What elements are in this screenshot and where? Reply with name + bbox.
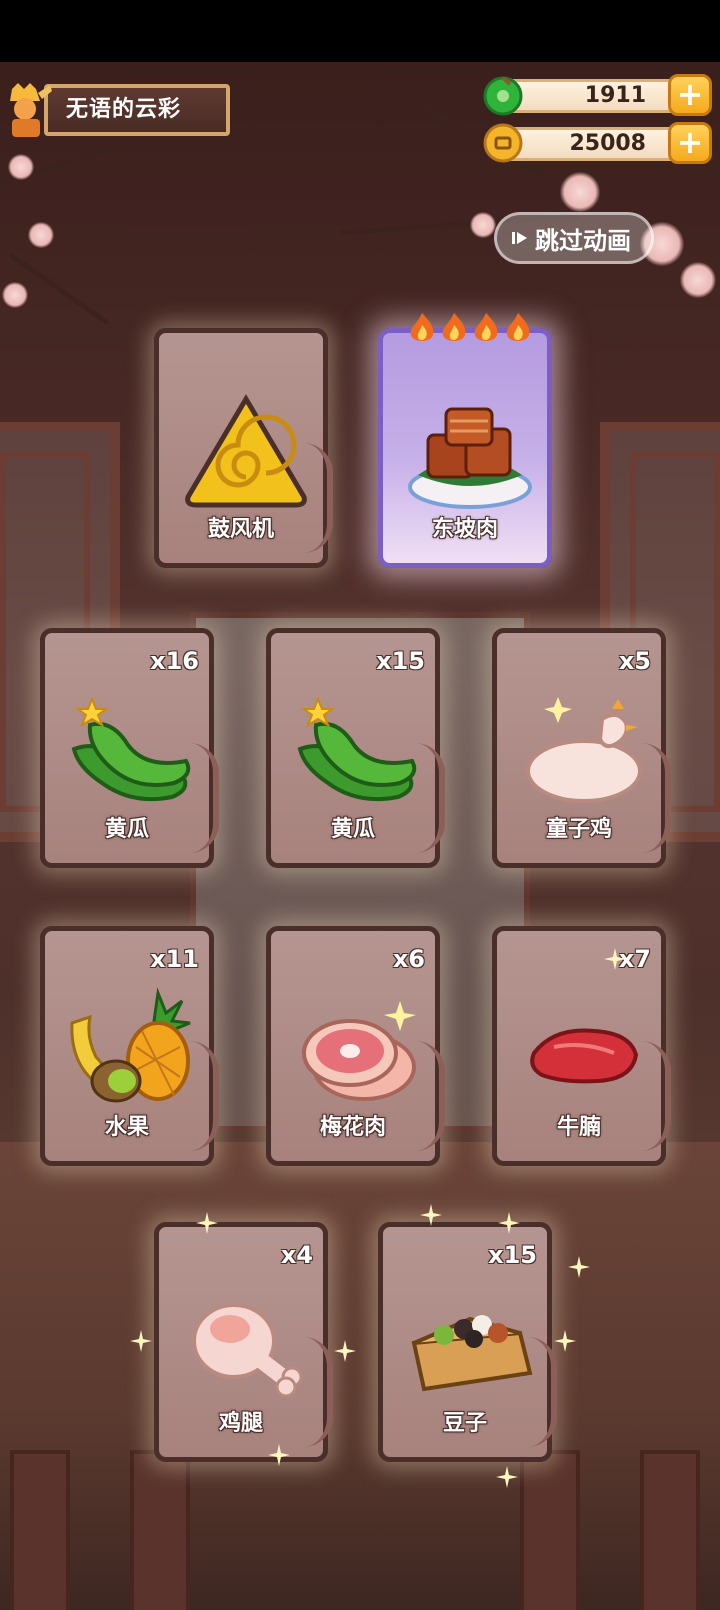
card-count: x4 — [280, 1241, 313, 1269]
card-name: 鸡腿 — [218, 1411, 263, 1436]
card-count: x6 — [392, 945, 425, 973]
cucumber-icon — [71, 696, 191, 802]
card-name: 牛腩 — [556, 1115, 601, 1140]
card-name: 黄瓜 — [104, 817, 149, 842]
reward-card[interactable]: x4 鸡腿 — [154, 1222, 333, 1462]
add-jade-button[interactable]: + — [668, 74, 712, 116]
sparkle-icon — [334, 1340, 356, 1362]
reward-card[interactable]: x16 黄瓜 — [40, 628, 219, 868]
card-name: 童子鸡 — [545, 817, 612, 842]
card-name: 鼓风机 — [207, 517, 274, 542]
cucumber-icon — [297, 696, 417, 802]
drumstick-icon — [192, 1303, 303, 1398]
background-post — [10, 1450, 70, 1610]
flame-icon — [410, 313, 434, 341]
chicken-icon — [526, 697, 642, 803]
skip-animation-label: 跳过动画 — [535, 226, 631, 255]
player-name: 无语的云彩 — [44, 84, 230, 136]
gold-coin-icon — [483, 123, 523, 163]
card-count: x5 — [618, 647, 651, 675]
jade-icon — [483, 76, 523, 116]
flame-icon — [506, 313, 530, 341]
pork-shoulder-icon — [302, 1001, 416, 1101]
sparkle-icon — [196, 1212, 218, 1234]
blossom — [8, 154, 34, 180]
blossom — [470, 212, 496, 238]
card-name: 黄瓜 — [330, 817, 375, 842]
card-name: 水果 — [104, 1115, 149, 1140]
chef-avatar-icon — [10, 83, 52, 137]
card-count: x16 — [150, 647, 199, 675]
sparkle-icon — [420, 1204, 442, 1226]
fruit-icon — [70, 987, 191, 1103]
background-post — [130, 1450, 190, 1610]
card-count: x15 — [376, 647, 425, 675]
reward-card[interactable]: x15 黄瓜 — [266, 628, 445, 868]
sparkle-icon — [568, 1256, 590, 1278]
skip-icon — [512, 232, 527, 244]
card-name: 东坡肉 — [431, 517, 498, 542]
reward-card[interactable]: x15 豆子 — [378, 1222, 557, 1462]
blossom — [2, 282, 28, 308]
flame-icon — [442, 313, 466, 341]
sparkle-icon — [554, 1330, 576, 1352]
sparkle-icon — [498, 1212, 520, 1234]
add-coins-button[interactable]: + — [668, 122, 712, 164]
flame-icon — [474, 313, 498, 341]
sparkle-icon — [268, 1444, 290, 1466]
spiral-triangle-icon — [185, 394, 307, 508]
reward-card[interactable]: x6 梅花肉 — [266, 926, 445, 1166]
sparkle-icon — [604, 948, 626, 970]
skip-animation-button[interactable]: 跳过动画 — [494, 212, 654, 264]
sparkle-icon — [130, 1330, 152, 1352]
status-bar — [0, 0, 720, 62]
beans-box-icon — [411, 1315, 533, 1392]
coin-currency: 25008 + — [482, 122, 712, 164]
rarity-stars — [407, 311, 533, 345]
background-post — [520, 1450, 580, 1610]
reward-card-epic[interactable]: 东坡肉 — [378, 313, 552, 568]
background-floor — [0, 1142, 720, 1610]
reward-card[interactable]: x7 牛腩 — [492, 926, 671, 1166]
braised-pork-icon — [408, 407, 532, 509]
card-name: 豆子 — [442, 1411, 487, 1436]
card-count: x11 — [150, 945, 199, 973]
background-post — [640, 1450, 700, 1610]
card-count: x15 — [488, 1241, 537, 1269]
blossom — [680, 262, 716, 298]
jade-currency: 1911 + — [482, 74, 712, 116]
reward-card[interactable]: x11 水果 — [40, 926, 219, 1166]
blossom — [28, 222, 54, 248]
beef-brisket-icon — [530, 1028, 639, 1084]
sparkle-icon — [496, 1466, 518, 1488]
reward-card[interactable]: x5 童子鸡 — [492, 628, 671, 868]
player-profile[interactable]: 无语的云彩 — [4, 82, 230, 138]
card-name: 梅花肉 — [319, 1115, 386, 1140]
reward-card[interactable]: 鼓风机 — [154, 328, 333, 568]
blossom — [560, 172, 600, 212]
